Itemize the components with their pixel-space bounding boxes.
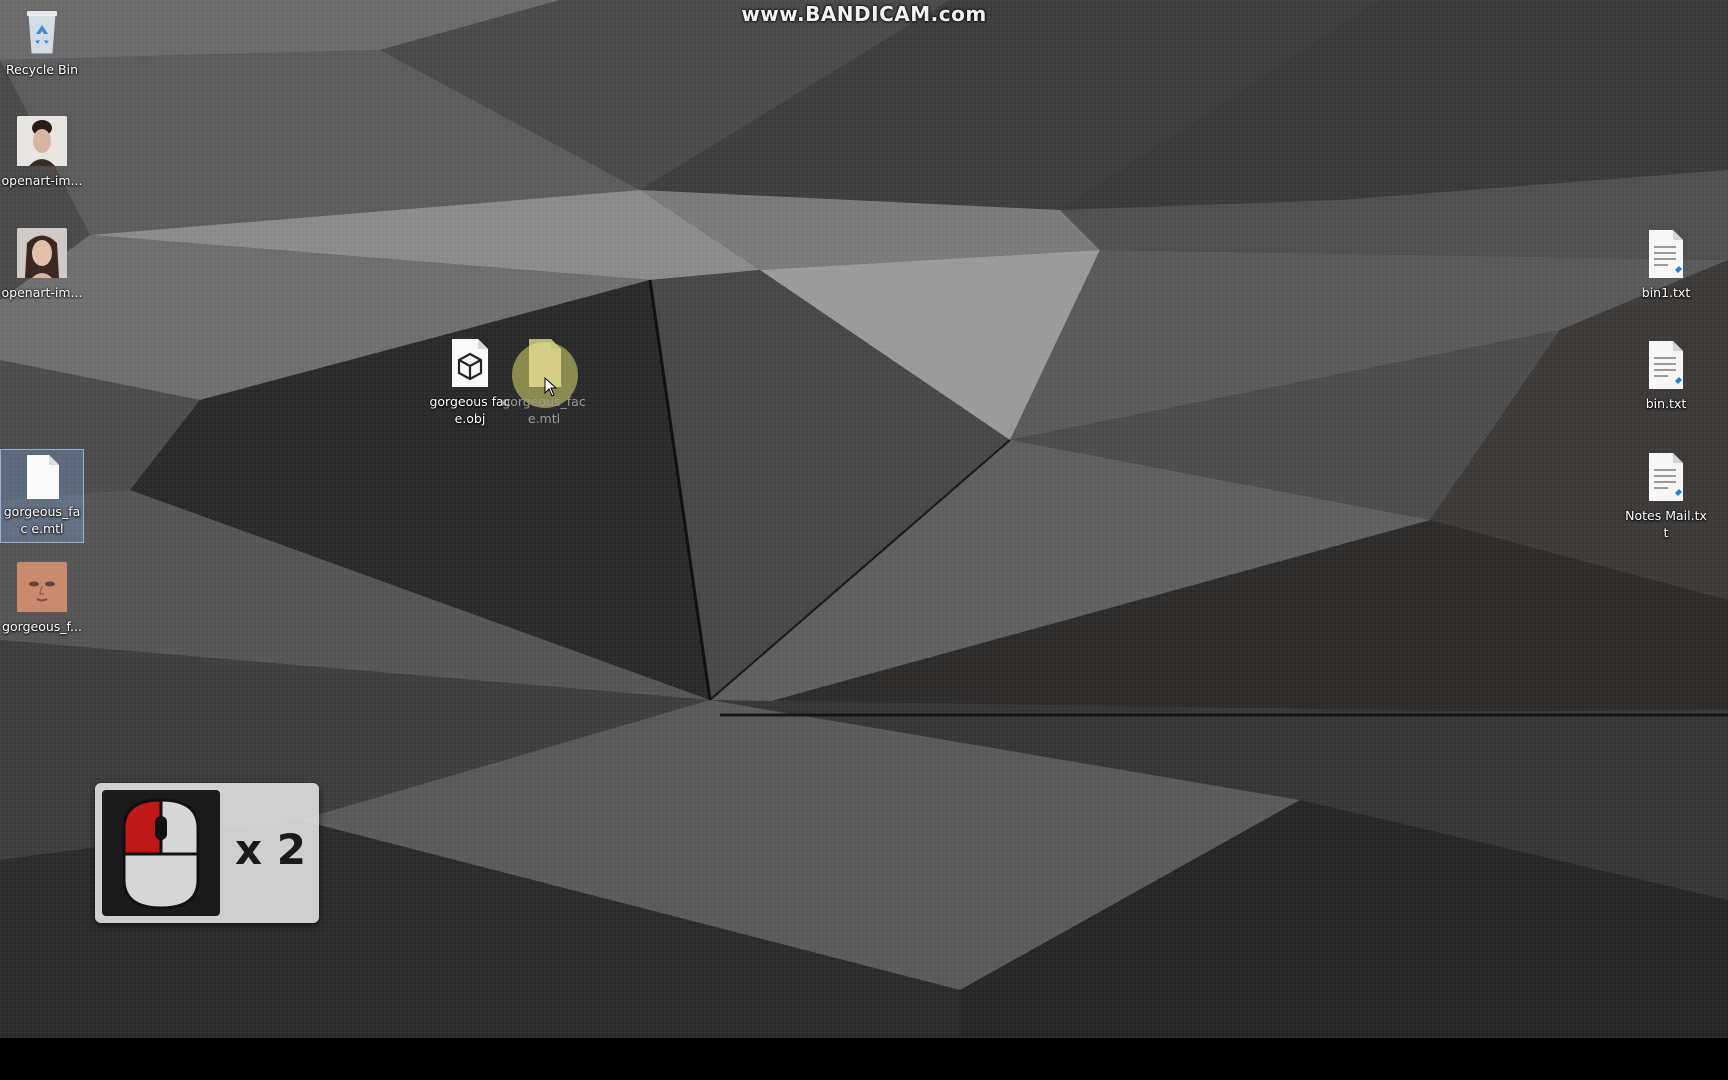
desktop-icon-recycle-bin[interactable]: Recycle Bin xyxy=(0,2,84,78)
gorgeous-face-mtl-dragged-label: gorgeous_fac e.mtl xyxy=(502,394,586,426)
blank-file-icon xyxy=(17,453,67,501)
gorgeous-face-texture-label: gorgeous_f... xyxy=(2,619,82,634)
letterbox-bar xyxy=(0,1038,1728,1080)
desktop-icon-gorgeous-face-mtl-selected[interactable]: gorgeous_fac e.mtl xyxy=(0,449,84,543)
desktop[interactable]: www.BANDICAM.com Recycle Bin openart-im.… xyxy=(0,0,1728,1038)
mouse-click-overlay: x 2 xyxy=(95,783,319,923)
text-document-icon xyxy=(1641,228,1691,280)
text-document-icon xyxy=(1641,451,1691,503)
desktop-icon-notes-mail-txt[interactable]: Notes Mail.txt xyxy=(1624,448,1708,541)
click-count-label: x 2 xyxy=(235,825,306,874)
gorgeous-face-mtl-selected-label: gorgeous_fac e.mtl xyxy=(3,504,81,536)
mouse-icon xyxy=(102,790,220,916)
openart-image-2-label: openart-im... xyxy=(1,285,83,300)
portrait-thumbnail-icon xyxy=(17,116,67,168)
recycle-bin-icon xyxy=(17,5,67,57)
openart-image-1-label: openart-im... xyxy=(1,173,83,188)
desktop-icon-bin-txt[interactable]: bin.txt xyxy=(1624,336,1708,412)
bin-txt-label: bin.txt xyxy=(1645,396,1687,411)
desktop-icon-openart-image-2[interactable]: openart-im... xyxy=(0,225,84,301)
gorgeous-face-obj-label: gorgeous face.obj xyxy=(429,394,511,426)
3d-object-file-icon xyxy=(445,337,495,389)
notes-mail-txt-label: Notes Mail.txt xyxy=(1625,508,1707,540)
mouse-pointer-icon xyxy=(544,377,558,397)
face-texture-thumbnail-icon xyxy=(17,562,67,614)
text-document-icon xyxy=(1641,339,1691,391)
desktop-icon-gorgeous-face-texture[interactable]: gorgeous_f... xyxy=(0,559,84,635)
bandicam-watermark: www.BANDICAM.com xyxy=(741,2,987,26)
bin1-txt-label: bin1.txt xyxy=(1641,285,1691,300)
recycle-bin-label: Recycle Bin xyxy=(5,62,79,77)
desktop-icon-gorgeous-face-obj[interactable]: gorgeous face.obj xyxy=(428,334,512,427)
desktop-icon-bin1-txt[interactable]: bin1.txt xyxy=(1624,225,1708,301)
desktop-icon-openart-image-1[interactable]: openart-im... xyxy=(0,113,84,189)
portrait-thumbnail-icon xyxy=(17,228,67,280)
